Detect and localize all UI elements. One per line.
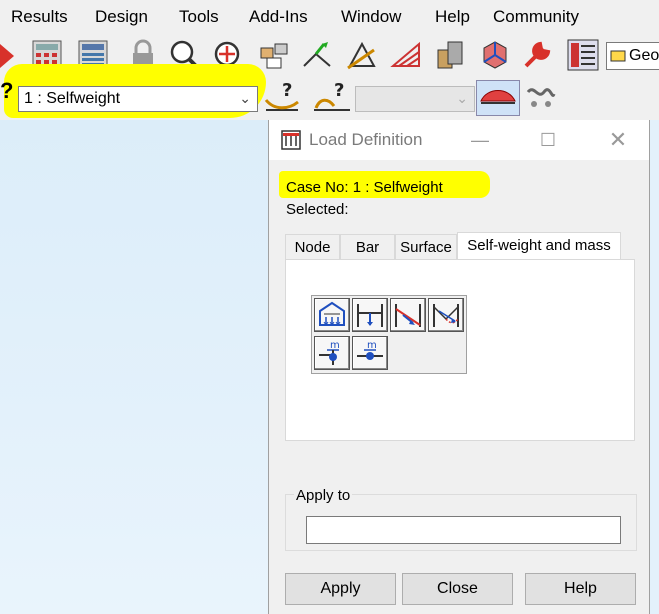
load-type-combo[interactable]: ⌄ [355,86,475,112]
menu-community[interactable]: Community [493,7,579,27]
close-button[interactable]: Close [402,573,513,605]
tab-node[interactable]: Node [285,234,340,260]
apply-button[interactable]: Apply [285,573,396,605]
self-weight-incline-icon [395,304,421,327]
help-mark-left: ? [0,78,14,103]
apply-to-input[interactable] [306,516,621,544]
layout-icon[interactable] [566,38,600,72]
maximize-icon[interactable]: ☐ [533,126,563,154]
load-help-icon[interactable]: ? [264,80,300,114]
menu-tools[interactable]: Tools [179,7,219,27]
help-button[interactable]: Help [525,573,636,605]
load-toolbar: ? 1 : Selfweight ⌄ ? ? ⌄ [0,64,659,120]
self-weight-structure-icon [319,301,345,326]
close-icon[interactable]: ✕ [603,126,633,154]
tab-bar[interactable]: Bar [340,234,395,260]
load-case-help-icon[interactable]: ? [312,80,352,114]
case-number-label: Case No: 1 : Selfweight [286,179,443,196]
deformation-icon[interactable] [524,80,558,114]
measure-icon[interactable] [344,38,378,72]
mass-bar-icon: m [357,340,383,360]
load-display-icon[interactable] [476,80,520,116]
support-icon[interactable] [300,38,334,72]
load-definition-icon [281,130,301,150]
tab-surface[interactable]: Surface [395,234,457,260]
dialog-titlebar[interactable]: Load Definition — ☐ ✕ [269,120,649,160]
menu-design[interactable]: Design [95,7,148,27]
menu-bar: Results Design Tools Add-Ins Window Help… [0,0,659,34]
mass-node-icon: m [319,340,340,365]
geometry-combo-text: Geo [629,47,659,64]
model-viewport[interactable] [0,120,268,614]
apply-to-label: Apply to [294,487,353,504]
svg-text:?: ? [334,80,344,101]
self-weight-bar-button[interactable] [352,298,388,332]
svg-text:?: ? [282,80,292,101]
chevron-down-icon: ⌄ [239,90,251,106]
mass-node-button[interactable]: m [314,336,350,370]
structure-icon[interactable] [257,38,291,72]
chevron-down-icon-disabled: ⌄ [456,90,468,106]
menu-window[interactable]: Window [341,7,401,27]
menu-add-ins[interactable]: Add-Ins [249,7,308,27]
menu-results[interactable]: Results [11,7,68,27]
truss-icon[interactable] [389,38,423,72]
self-weight-fem-icon [433,304,459,327]
load-case-value: 1 : Selfweight [24,90,121,107]
menu-help[interactable]: Help [435,7,470,27]
mass-bar-button[interactable]: m [352,336,388,370]
self-weight-incline-button[interactable] [390,298,426,332]
axes-icon[interactable] [478,38,512,72]
load-type-button-grid: m m [311,295,467,374]
self-weight-fem-button[interactable] [428,298,464,332]
selected-label: Selected: [286,201,349,218]
load-case-combo[interactable]: 1 : Selfweight ⌄ [18,86,258,112]
tab-self-weight-and-mass[interactable]: Self-weight and mass [457,232,621,260]
dialog-title: Load Definition [309,130,423,149]
geometry-icon [610,50,626,62]
wrench-icon[interactable] [520,38,554,72]
section-icon[interactable] [432,38,466,72]
geometry-combo[interactable]: Geo [606,42,659,70]
self-weight-structure-button[interactable] [314,298,350,332]
minimize-icon[interactable]: — [465,126,495,154]
self-weight-bar-icon [357,304,383,327]
